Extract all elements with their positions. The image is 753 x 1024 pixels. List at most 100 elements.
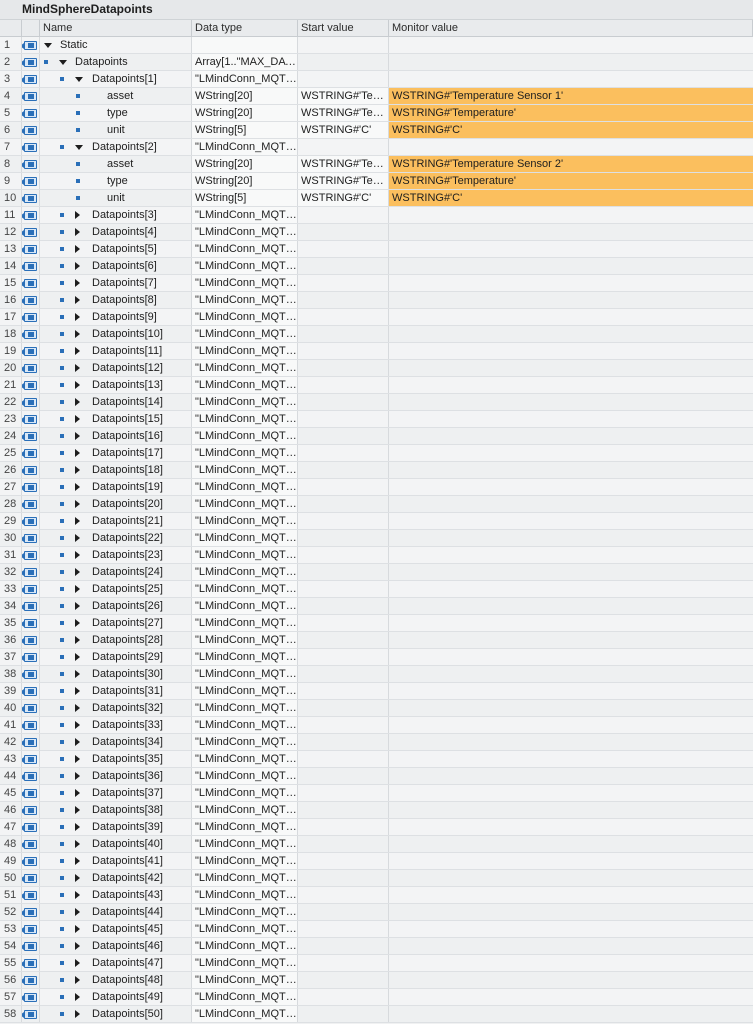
table-row[interactable]: 13 Datapoints[5] "LMindConn_MQTT...	[0, 241, 753, 258]
data-type-cell[interactable]: "LMindConn_MQTT...	[192, 802, 298, 818]
table-row[interactable]: 8 asset WString[20] WSTRING#'Tem... WSTRING#…	[0, 156, 753, 173]
name-cell[interactable]: Datapoints[18]	[40, 462, 192, 478]
start-value-cell[interactable]	[298, 496, 389, 512]
start-value-cell[interactable]	[298, 326, 389, 342]
start-value-cell[interactable]	[298, 751, 389, 767]
start-value-cell[interactable]	[298, 768, 389, 784]
data-type-cell[interactable]: "LMindConn_MQTT...	[192, 666, 298, 682]
data-type-cell[interactable]	[192, 37, 298, 53]
expand-arrow-icon[interactable]	[75, 483, 80, 491]
data-type-cell[interactable]: "LMindConn_MQTT...	[192, 972, 298, 988]
table-row[interactable]: 26 Datapoints[18] "LMindConn_MQTT...	[0, 462, 753, 479]
start-value-cell[interactable]	[298, 666, 389, 682]
expand-arrow-icon[interactable]	[75, 347, 80, 355]
table-row[interactable]: 45 Datapoints[37] "LMindConn_MQTT...	[0, 785, 753, 802]
table-row[interactable]: 57 Datapoints[49] "LMindConn_MQTT...	[0, 989, 753, 1006]
data-type-cell[interactable]: "LMindConn_MQTT...	[192, 411, 298, 427]
data-type-cell[interactable]: WString[5]	[192, 190, 298, 206]
table-row[interactable]: 39 Datapoints[31] "LMindConn_MQTT...	[0, 683, 753, 700]
table-row[interactable]: 44 Datapoints[36] "LMindConn_MQTT...	[0, 768, 753, 785]
expand-arrow-icon[interactable]	[75, 823, 80, 831]
table-row[interactable]: 42 Datapoints[34] "LMindConn_MQTT...	[0, 734, 753, 751]
data-type-cell[interactable]: "LMindConn_MQTT...	[192, 751, 298, 767]
start-value-cell[interactable]	[298, 581, 389, 597]
table-row[interactable]: 43 Datapoints[35] "LMindConn_MQTT...	[0, 751, 753, 768]
expand-arrow-icon[interactable]	[75, 636, 80, 644]
name-cell[interactable]: Static	[40, 37, 192, 53]
expand-arrow-icon[interactable]	[75, 364, 80, 372]
start-value-cell[interactable]	[298, 819, 389, 835]
name-cell[interactable]: Datapoints[14]	[40, 394, 192, 410]
expand-arrow-icon[interactable]	[75, 993, 80, 1001]
data-type-cell[interactable]: "LMindConn_MQTT...	[192, 309, 298, 325]
expand-arrow-icon[interactable]	[75, 534, 80, 542]
table-row[interactable]: 22 Datapoints[14] "LMindConn_MQTT...	[0, 394, 753, 411]
data-type-cell[interactable]: "LMindConn_MQTT...	[192, 547, 298, 563]
name-cell[interactable]: asset	[40, 156, 192, 172]
expand-arrow-icon[interactable]	[75, 551, 80, 559]
table-row[interactable]: 11 Datapoints[3] "LMindConn_MQTT...	[0, 207, 753, 224]
name-cell[interactable]: Datapoints[20]	[40, 496, 192, 512]
table-row[interactable]: 5 type WString[20] WSTRING#'Tem... WSTRING#'…	[0, 105, 753, 122]
expand-arrow-icon[interactable]	[75, 449, 80, 457]
data-type-cell[interactable]: "LMindConn_MQTT...	[192, 768, 298, 784]
expand-arrow-icon[interactable]	[75, 670, 80, 678]
table-row[interactable]: 23 Datapoints[15] "LMindConn_MQTT...	[0, 411, 753, 428]
data-type-cell[interactable]: "LMindConn_MQTT...	[192, 530, 298, 546]
start-value-cell[interactable]	[298, 955, 389, 971]
data-type-cell[interactable]: "LMindConn_MQTT...	[192, 904, 298, 920]
data-type-cell[interactable]: "LMindConn_MQTT...	[192, 394, 298, 410]
header-start-value[interactable]: Start value	[298, 20, 389, 36]
expand-arrow-icon[interactable]	[75, 959, 80, 967]
name-cell[interactable]: Datapoints[21]	[40, 513, 192, 529]
data-type-cell[interactable]: "LMindConn_MQTT...	[192, 615, 298, 631]
name-cell[interactable]: Datapoints[1]	[40, 71, 192, 87]
name-cell[interactable]: Datapoints[29]	[40, 649, 192, 665]
start-value-cell[interactable]	[298, 513, 389, 529]
data-type-cell[interactable]: "LMindConn_MQTT...	[192, 496, 298, 512]
start-value-cell[interactable]	[298, 564, 389, 580]
expand-arrow-icon[interactable]	[75, 517, 80, 525]
data-type-cell[interactable]: WString[20]	[192, 173, 298, 189]
table-row[interactable]: 28 Datapoints[20] "LMindConn_MQTT...	[0, 496, 753, 513]
table-row[interactable]: 7 Datapoints[2] "LMindConn_MQTT...	[0, 139, 753, 156]
start-value-cell[interactable]	[298, 462, 389, 478]
data-type-cell[interactable]: "LMindConn_MQTT...	[192, 717, 298, 733]
start-value-cell[interactable]	[298, 54, 389, 70]
table-row[interactable]: 53 Datapoints[45] "LMindConn_MQTT...	[0, 921, 753, 938]
start-value-cell[interactable]	[298, 887, 389, 903]
data-type-cell[interactable]: Array[1.."MAX_DAT...	[192, 54, 298, 70]
table-row[interactable]: 47 Datapoints[39] "LMindConn_MQTT...	[0, 819, 753, 836]
data-type-cell[interactable]: "LMindConn_MQTT...	[192, 377, 298, 393]
table-row[interactable]: 27 Datapoints[19] "LMindConn_MQTT...	[0, 479, 753, 496]
start-value-cell[interactable]	[298, 309, 389, 325]
expand-arrow-icon[interactable]	[75, 840, 80, 848]
name-cell[interactable]: Datapoints[41]	[40, 853, 192, 869]
table-row[interactable]: 16 Datapoints[8] "LMindConn_MQTT...	[0, 292, 753, 309]
table-row[interactable]: 58 Datapoints[50] "LMindConn_MQTT...	[0, 1006, 753, 1023]
table-row[interactable]: 54 Datapoints[46] "LMindConn_MQTT...	[0, 938, 753, 955]
name-cell[interactable]: Datapoints[8]	[40, 292, 192, 308]
data-type-cell[interactable]: "LMindConn_MQTT...	[192, 819, 298, 835]
table-row[interactable]: 31 Datapoints[23] "LMindConn_MQTT...	[0, 547, 753, 564]
expand-arrow-icon[interactable]	[75, 806, 80, 814]
start-value-cell[interactable]	[298, 445, 389, 461]
table-row[interactable]: 40 Datapoints[32] "LMindConn_MQTT...	[0, 700, 753, 717]
start-value-cell[interactable]	[298, 275, 389, 291]
expand-arrow-icon[interactable]	[75, 279, 80, 287]
table-row[interactable]: 32 Datapoints[24] "LMindConn_MQTT...	[0, 564, 753, 581]
table-row[interactable]: 17 Datapoints[9] "LMindConn_MQTT...	[0, 309, 753, 326]
data-type-cell[interactable]: "LMindConn_MQTT...	[192, 139, 298, 155]
name-cell[interactable]: Datapoints[3]	[40, 207, 192, 223]
table-row[interactable]: 46 Datapoints[38] "LMindConn_MQTT...	[0, 802, 753, 819]
data-type-cell[interactable]: WString[20]	[192, 88, 298, 104]
data-type-cell[interactable]: "LMindConn_MQTT...	[192, 564, 298, 580]
table-row[interactable]: 30 Datapoints[22] "LMindConn_MQTT...	[0, 530, 753, 547]
table-row[interactable]: 36 Datapoints[28] "LMindConn_MQTT...	[0, 632, 753, 649]
expand-arrow-icon[interactable]	[75, 585, 80, 593]
name-cell[interactable]: Datapoints[32]	[40, 700, 192, 716]
data-type-cell[interactable]: "LMindConn_MQTT...	[192, 275, 298, 291]
table-row[interactable]: 14 Datapoints[6] "LMindConn_MQTT...	[0, 258, 753, 275]
expand-arrow-icon[interactable]	[75, 874, 80, 882]
name-cell[interactable]: Datapoints[40]	[40, 836, 192, 852]
